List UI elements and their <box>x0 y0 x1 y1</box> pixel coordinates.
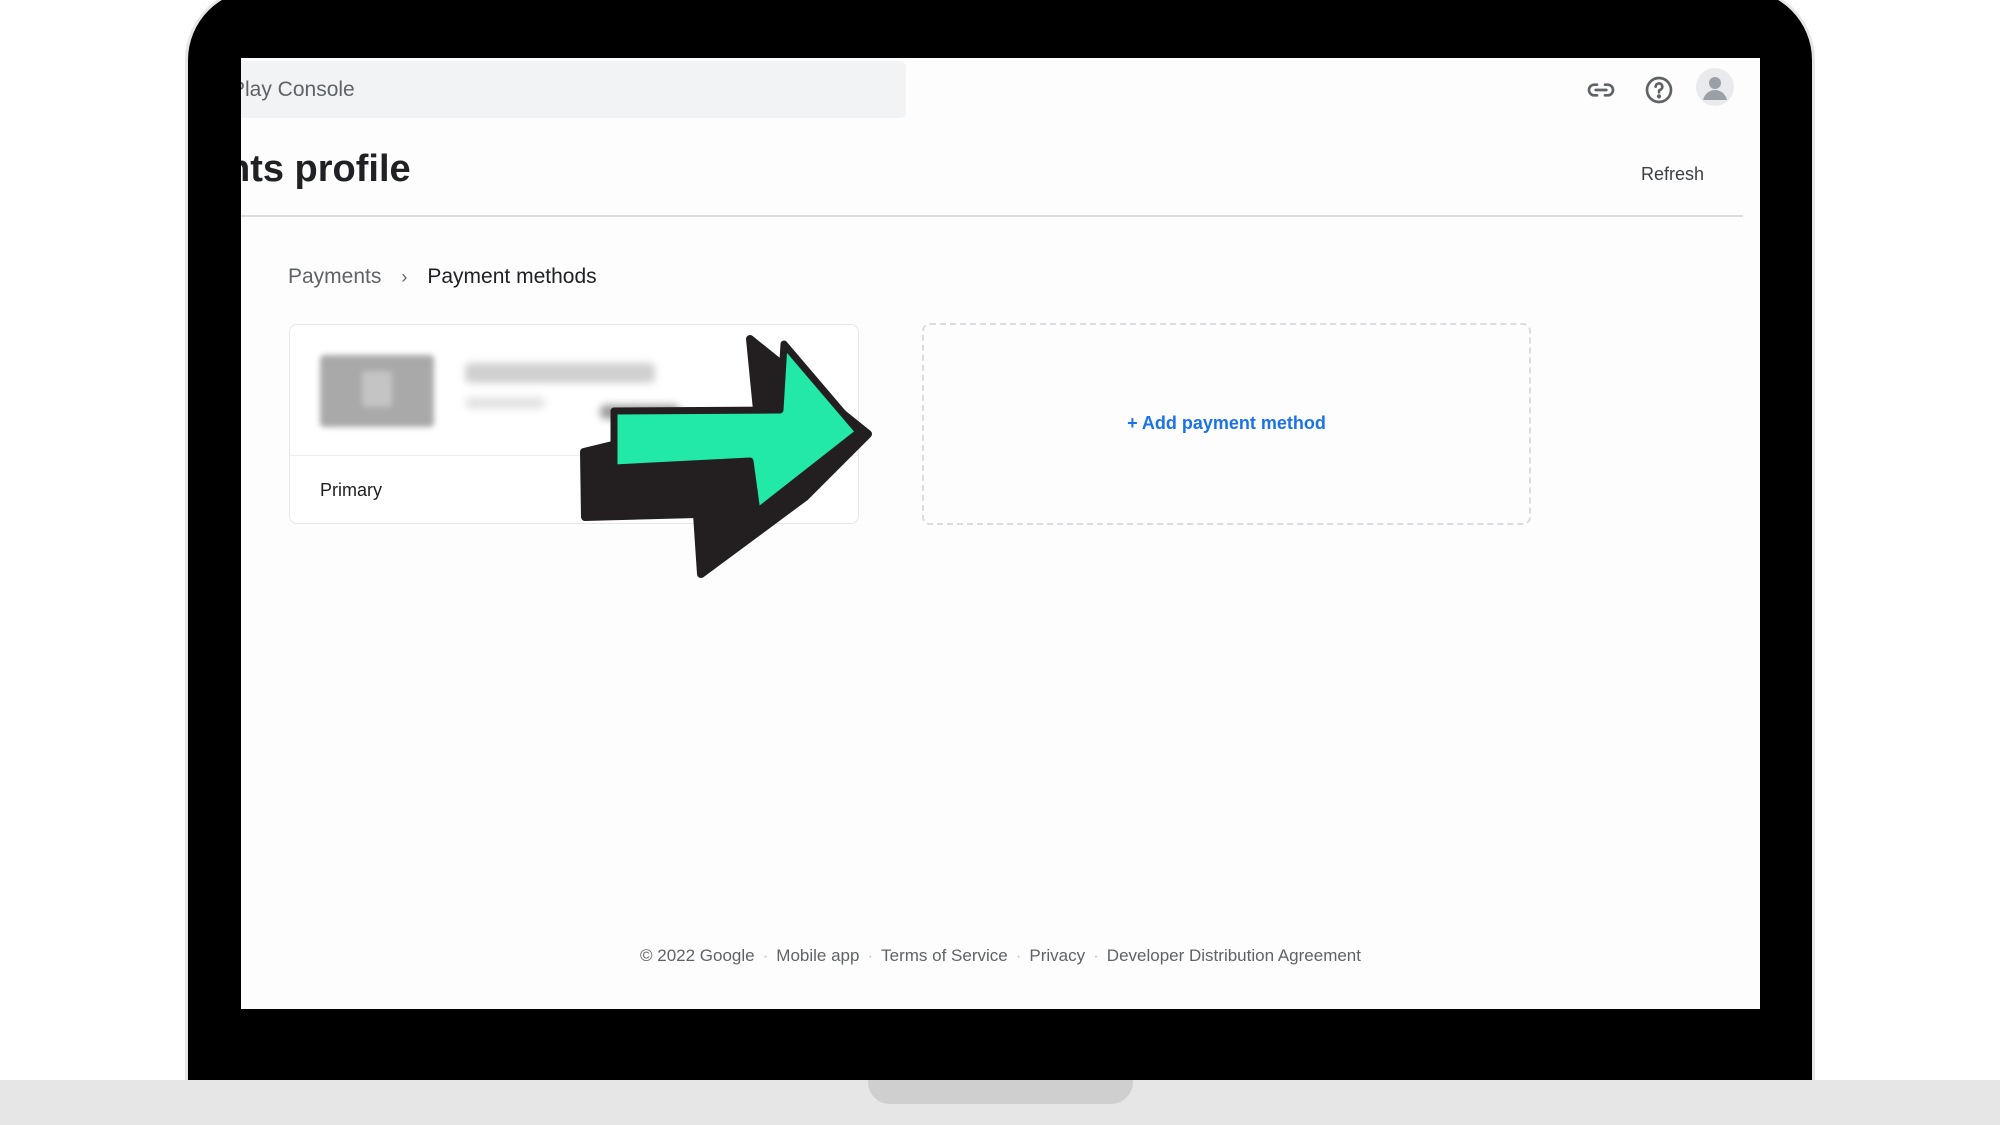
page-title: nts profile <box>241 148 411 190</box>
breadcrumb-current: Payment methods <box>427 265 597 288</box>
laptop-mockup: Play Console nts profile Refresh Payment… <box>0 0 2000 1125</box>
card-image <box>320 355 434 427</box>
footer-copyright: © 2022 Google <box>640 946 755 965</box>
chevron-right-icon: › <box>401 266 408 287</box>
payment-method-card[interactable]: Primary <box>289 324 859 524</box>
laptop-notch <box>868 1080 1133 1104</box>
help-icon[interactable] <box>1643 74 1675 106</box>
search-text: Play Console <box>241 78 355 101</box>
primary-label: Primary <box>320 480 382 500</box>
card-divider <box>290 455 858 456</box>
blurred-card-name <box>465 363 655 383</box>
breadcrumb: Payments › Payment methods <box>288 265 597 289</box>
avatar[interactable] <box>1696 68 1734 106</box>
blurred-card-badge <box>600 405 680 419</box>
arrow-right-icon <box>580 335 872 578</box>
link-icon[interactable] <box>1585 74 1617 106</box>
breadcrumb-payments[interactable]: Payments <box>288 265 381 289</box>
search-bar[interactable]: Play Console <box>241 61 906 118</box>
add-payment-method-box[interactable]: + Add payment method <box>922 323 1531 525</box>
blurred-card-detail <box>465 397 545 409</box>
footer-link-privacy[interactable]: Privacy <box>1029 946 1085 965</box>
avatar-icon <box>1703 77 1727 100</box>
footer-link-mobile-app[interactable]: Mobile app <box>776 946 859 965</box>
footer: © 2022 Google · Mobile app · Terms of Servic… <box>640 946 1361 965</box>
footer-link-terms[interactable]: Terms of Service <box>881 946 1008 965</box>
header-divider <box>241 215 1743 217</box>
add-payment-method-button[interactable]: + Add payment method <box>924 413 1529 434</box>
footer-link-distribution-agreement[interactable]: Developer Distribution Agreement <box>1107 946 1361 965</box>
screen: Play Console nts profile Refresh Payment… <box>241 58 1760 1009</box>
refresh-button[interactable]: Refresh <box>1641 164 1704 185</box>
